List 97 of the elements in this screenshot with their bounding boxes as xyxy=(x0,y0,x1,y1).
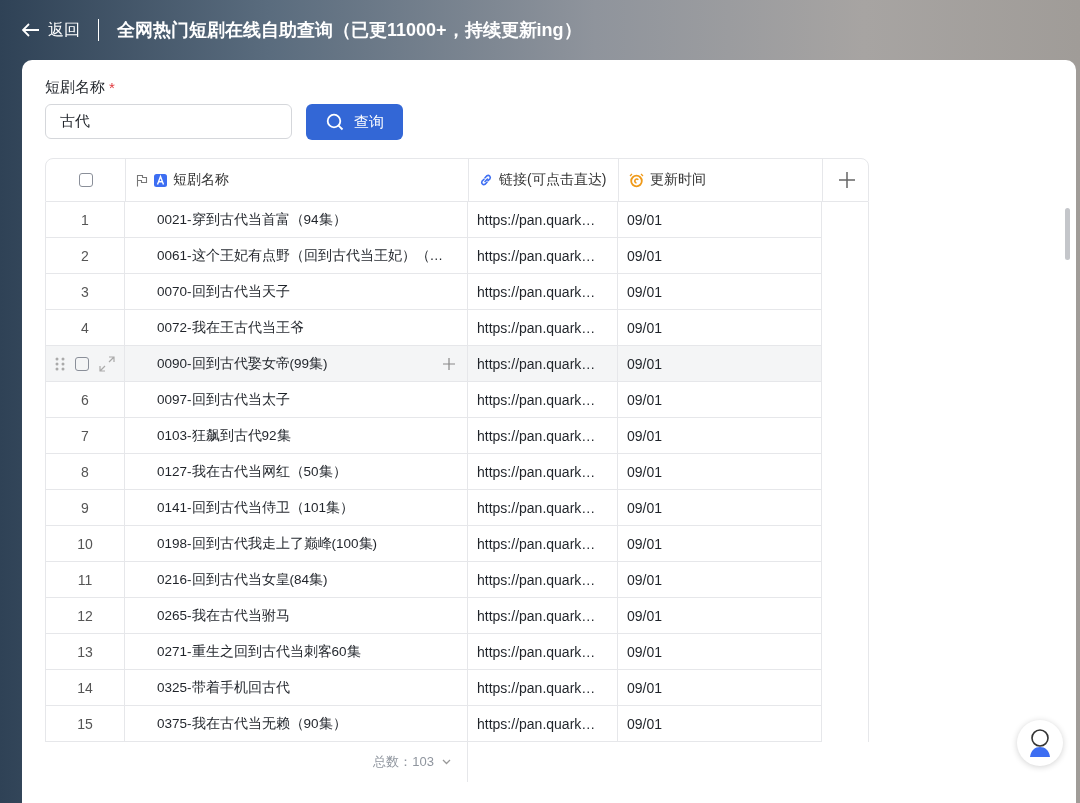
text-field-icon xyxy=(154,173,167,187)
table-cell: 09/01 xyxy=(627,355,663,372)
table-cell[interactable]: https://pan.quark… xyxy=(477,679,596,696)
table-cell: 09/01 xyxy=(627,643,663,660)
table-cell: 09/01 xyxy=(627,283,663,300)
table-cell[interactable]: https://pan.quark… xyxy=(477,715,596,732)
table-cell: 0127-我在古代当网红（50集） xyxy=(157,462,347,481)
row-checkbox[interactable] xyxy=(75,356,89,371)
table-cell: 09/01 xyxy=(627,427,663,444)
required-mark: * xyxy=(109,78,115,96)
link-icon xyxy=(479,173,493,187)
table-cell: 09/01 xyxy=(627,679,663,696)
page-title: 全网热门短剧在线自助查询（已更11000+，持续更新ing） xyxy=(117,19,582,42)
table-cell: 09/01 xyxy=(627,607,663,624)
add-icon[interactable] xyxy=(443,357,455,370)
table-cell: 0216-回到古代当女皇(84集) xyxy=(157,570,328,589)
table-cell: 09/01 xyxy=(627,535,663,552)
table-cell[interactable]: https://pan.quark… xyxy=(477,643,596,660)
row-number: 4 xyxy=(81,319,89,336)
table-cell: 0141-回到古代当侍卫（101集） xyxy=(157,498,355,517)
table-cell: 09/01 xyxy=(627,571,663,588)
table-cell: 09/01 xyxy=(627,391,663,408)
table-cell[interactable]: https://pan.quark… xyxy=(477,211,596,228)
field-label: 短剧名称 xyxy=(45,77,105,97)
row-number: 9 xyxy=(81,499,89,516)
row-number: 3 xyxy=(81,283,89,300)
table-row[interactable]: 11 0216-回到古代当女皇(84集) https://pan.quark… 09/01 xyxy=(45,562,822,598)
table-cell[interactable]: https://pan.quark… xyxy=(477,463,596,480)
row-number: 13 xyxy=(77,643,93,660)
table-cell: 0090-回到古代娶女帝(99集) xyxy=(157,354,328,373)
table-cell: 09/01 xyxy=(627,247,663,264)
table-cell[interactable]: https://pan.quark… xyxy=(477,391,596,408)
table-cell[interactable]: https://pan.quark… xyxy=(477,355,596,372)
row-number: 2 xyxy=(81,247,89,264)
table-cell: 0072-我在王古代当王爷 xyxy=(157,318,304,337)
table-row[interactable]: 15 0375-我在古代当无赖（90集） https://pan.quark… 09/01 xyxy=(45,706,822,742)
column-header[interactable]: 更新时间 xyxy=(619,159,823,201)
table-row[interactable]: 12 0265-我在古代当驸马 https://pan.quark… 09/01 xyxy=(45,598,822,634)
search-field[interactable]: 古代 xyxy=(45,104,292,139)
flag-icon xyxy=(136,173,148,187)
table-row[interactable]: 1 0021-穿到古代当首富（94集） https://pan.quark… 09/01 xyxy=(45,202,822,238)
table-cell: 09/01 xyxy=(627,211,663,228)
table-cell[interactable]: https://pan.quark… xyxy=(477,499,596,516)
table-cell[interactable]: https://pan.quark… xyxy=(477,247,596,264)
row-number: 12 xyxy=(77,607,93,624)
table-cell: 09/01 xyxy=(627,463,663,480)
table-row[interactable]: 3 0070-回到古代当天子 https://pan.quark… 09/01 xyxy=(45,274,822,310)
row-number: 6 xyxy=(81,391,89,408)
table-cell[interactable]: https://pan.quark… xyxy=(477,427,596,444)
table-cell: 0097-回到古代当太子 xyxy=(157,390,290,409)
table-cell: 0265-我在古代当驸马 xyxy=(157,606,290,625)
chevron-down-icon[interactable] xyxy=(442,759,451,765)
row-number: 10 xyxy=(77,535,93,552)
search-icon xyxy=(325,113,344,131)
back-link[interactable]: 返回 xyxy=(22,19,80,41)
table-cell[interactable]: https://pan.quark… xyxy=(477,535,596,552)
select-all-checkbox[interactable] xyxy=(78,173,93,187)
row-number: 15 xyxy=(77,715,93,732)
table-cell: 0021-穿到古代当首富（94集） xyxy=(157,210,347,229)
row-number: 14 xyxy=(77,679,93,696)
scrollbar[interactable] xyxy=(1065,208,1070,260)
table-row[interactable]: 7 0103-狂飙到古代92集 https://pan.quark… 09/01 xyxy=(45,418,822,454)
column-header[interactable]: 链接(可点击直达) xyxy=(469,159,619,201)
table-cell: 0271-重生之回到古代当刺客60集 xyxy=(157,642,361,661)
clock-icon xyxy=(629,172,644,188)
row-number: 7 xyxy=(81,427,89,444)
table-cell: 09/01 xyxy=(627,499,663,516)
drag-handle-icon[interactable] xyxy=(55,356,65,371)
expand-icon[interactable] xyxy=(99,355,115,372)
column-header[interactable]: 短剧名称 xyxy=(126,159,469,201)
table-row[interactable]: 14 0325-带着手机回古代 https://pan.quark… 09/01 xyxy=(45,670,822,706)
table-cell[interactable]: https://pan.quark… xyxy=(477,283,596,300)
table-row[interactable]: 10 0198-回到古代我走上了巅峰(100集) https://pan.quark… 09/01 xyxy=(45,526,822,562)
table-row[interactable]: 9 0141-回到古代当侍卫（101集） https://pan.quark… 09/01 xyxy=(45,490,822,526)
table-cell[interactable]: https://pan.quark… xyxy=(477,319,596,336)
table-row[interactable]: 2 0061-这个王妃有点野（回到古代当王妃）（… https://pan.quark… 09/01 xyxy=(45,238,822,274)
table-cell: 0070-回到古代当天子 xyxy=(157,282,290,301)
table-cell[interactable]: https://pan.quark… xyxy=(477,571,596,588)
table-row[interactable]: 6 0097-回到古代当太子 https://pan.quark… 09/01 xyxy=(45,382,822,418)
row-number: 8 xyxy=(81,463,89,480)
add-column-icon[interactable] xyxy=(837,171,856,189)
row-number: 11 xyxy=(77,571,93,588)
table-cell: 0375-我在古代当无赖（90集） xyxy=(157,714,347,733)
back-arrow-icon xyxy=(22,23,40,37)
table-cell: 09/01 xyxy=(627,715,663,732)
row-number: 1 xyxy=(81,211,89,228)
table-row[interactable]: 13 0271-重生之回到古代当刺客60集 https://pan.quark… 09/01 xyxy=(45,634,822,670)
table-cell: 0061-这个王妃有点野（回到古代当王妃）（… xyxy=(157,246,444,265)
table-cell: 0325-带着手机回古代 xyxy=(157,678,290,697)
table-cell: 0103-狂飙到古代92集 xyxy=(157,426,291,445)
table-cell: 09/01 xyxy=(627,319,663,336)
table-row[interactable]: 8 0127-我在古代当网红（50集） https://pan.quark… 09/01 xyxy=(45,454,822,490)
table-cell[interactable]: https://pan.quark… xyxy=(477,607,596,624)
table-cell: 0198-回到古代我走上了巅峰(100集) xyxy=(157,534,378,553)
search-button[interactable]: 查询 xyxy=(306,104,403,140)
person-icon xyxy=(1027,729,1053,757)
table-row[interactable]: 0090-回到古代娶女帝(99集) https://pan.quark… 09/01 xyxy=(45,346,822,382)
